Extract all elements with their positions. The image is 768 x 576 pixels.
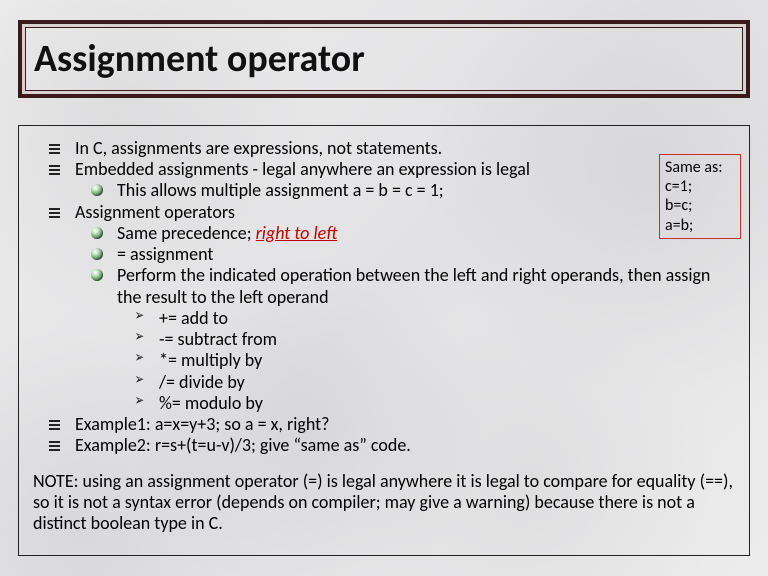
item-text: Same precedence; — [117, 222, 256, 244]
content-frame: Same as: c=1; b=c; a=b; In C, assignment… — [18, 125, 750, 556]
item-text: Assignment operators — [75, 201, 235, 223]
list-item: Embedded assignments - legal anywhere an… — [33, 159, 735, 201]
list-item: += add to — [117, 308, 735, 329]
item-text: Embedded assignments - legal anywhere an… — [75, 158, 530, 180]
list-item: Example1: a=x=y+3; so a = x, right? — [33, 414, 735, 435]
list-item: -= subtract from — [117, 329, 735, 350]
list-item: %= modulo by — [117, 393, 735, 414]
title-frame: Assignment operator — [18, 20, 750, 98]
list-item: Perform the indicated operation between … — [75, 265, 735, 414]
list-item: In C, assignments are expressions, not s… — [33, 138, 735, 159]
list-item: = assignment — [75, 244, 735, 265]
list-item: *= multiply by — [117, 350, 735, 371]
list-item: Assignment operators Same precedence; ri… — [33, 202, 735, 414]
list-item: Same precedence; right to left — [75, 223, 735, 244]
item-text: Perform the indicated operation between … — [117, 264, 710, 307]
list-item: Example2: r=s+(t=u-v)/3; give “same as” … — [33, 435, 735, 456]
slide-title: Assignment operator — [34, 36, 365, 82]
emphasis-text: right to left — [256, 222, 338, 244]
list-item: /= divide by — [117, 372, 735, 393]
bullet-list: In C, assignments are expressions, not s… — [33, 138, 735, 457]
list-item: This allows multiple assignment a = b = … — [75, 180, 735, 201]
note-text: NOTE: using an assignment operator (=) i… — [33, 471, 735, 535]
